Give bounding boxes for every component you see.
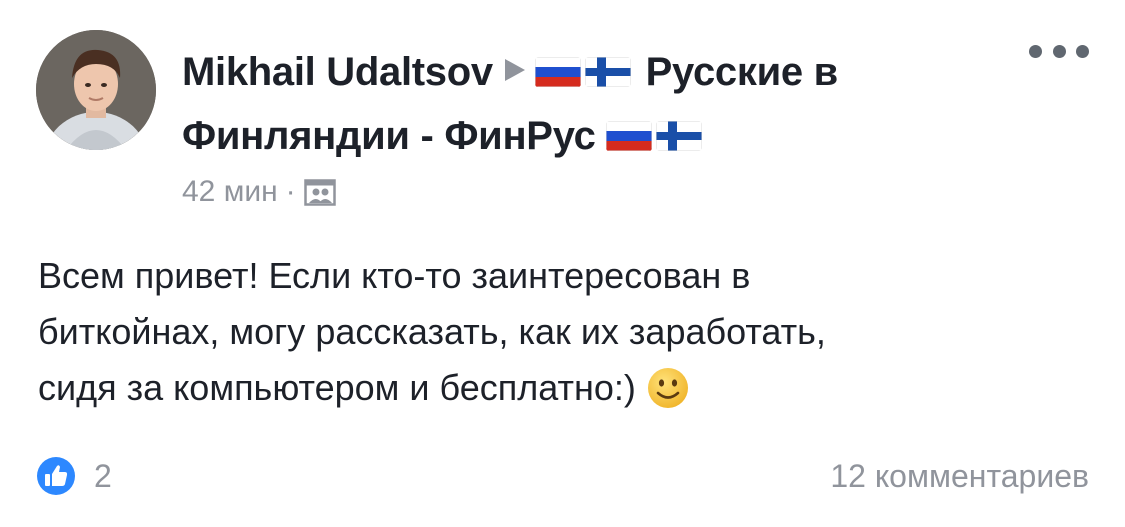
author-avatar[interactable]: [36, 30, 156, 150]
title-line-2: Финляндии - ФинРус: [182, 104, 982, 168]
message-line: биткойнах, могу рассказать, как их зараб…: [38, 311, 826, 352]
message-line: Всем привет! Если кто-то заинтересован в: [38, 255, 751, 296]
author-name[interactable]: Mikhail Udaltsov: [182, 50, 493, 94]
smiley-face-icon: [646, 366, 690, 426]
like-reaction-icon[interactable]: [36, 456, 76, 501]
message-line: сидя за компьютером и бесплатно:): [38, 360, 1088, 426]
group-audience-icon: [303, 177, 336, 218]
like-count[interactable]: 2: [94, 454, 112, 498]
more-dot-icon: [1029, 44, 1042, 58]
title-line-1: Mikhail Udaltsov Русские в: [182, 40, 982, 104]
russian-flag-icon: [606, 121, 653, 151]
comments-count-link[interactable]: 12 комментариев: [830, 454, 1089, 498]
more-dot-icon: [1052, 44, 1066, 58]
meta-separator: ·: [285, 175, 296, 208]
post-meta: 42 мин ·: [182, 172, 336, 218]
russian-flag-icon: [534, 57, 581, 87]
finnish-flag-icon: [584, 57, 631, 87]
arrow-right-icon: [504, 59, 525, 81]
post-message: Всем привет! Если кто-то заинтересован в…: [38, 248, 1088, 426]
group-name-part1[interactable]: Русские в: [646, 50, 839, 94]
post-card: Mikhail Udaltsov Русские в Финляндии - Ф…: [0, 0, 1125, 527]
post-footer: 2 12 комментариев: [36, 454, 1089, 498]
finnish-flag-icon: [656, 121, 703, 151]
more-options-button[interactable]: [1029, 36, 1089, 66]
group-name-part2[interactable]: Финляндии - ФинРус: [182, 114, 596, 158]
post-header: Mikhail Udaltsov Русские в Финляндии - Ф…: [182, 40, 982, 168]
message-line-text: сидя за компьютером и бесплатно:): [38, 367, 636, 408]
post-timestamp[interactable]: 42 мин: [182, 175, 278, 208]
more-dot-icon: [1076, 44, 1089, 58]
